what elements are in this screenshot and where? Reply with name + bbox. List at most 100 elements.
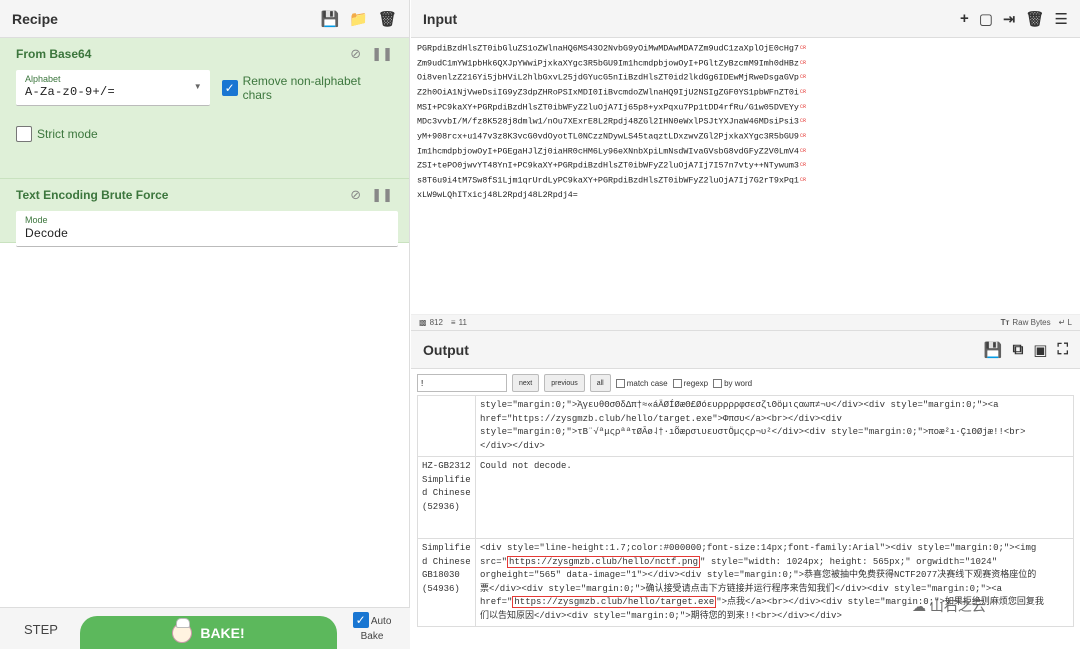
decoded-line: src=" https://zysgmzb.club/hello/nctf.png…	[480, 555, 1069, 570]
carriage-return-icon: CR	[799, 118, 806, 125]
bake-button[interactable]: BAKE!	[80, 616, 337, 649]
output-header: Output 💾 ⧉ ▣ ⛶	[411, 331, 1080, 369]
exe-url-highlight[interactable]: https://zysgmzb.club/hello/target.exe	[512, 596, 717, 608]
png-url-highlight[interactable]: https://zysgmzb.club/hello/nctf.png	[507, 555, 701, 568]
copy-icon[interactable]: ⧉	[1013, 341, 1024, 358]
regexp-checkbox[interactable]: regexp	[672, 378, 709, 388]
input-line-text: Oi8venlzZ216Yi5jbHViL2hlbGxvL25jdGYucG5n…	[417, 72, 799, 83]
mode-field[interactable]: Mode Decode	[16, 211, 398, 247]
mode-label: Mode	[25, 215, 48, 225]
checkbox-unchecked-icon	[615, 378, 625, 388]
input-line-text: MDc3vvbI/M/fz8K528j8dmlw1/nOu7XExrE8L2Rp…	[417, 116, 799, 127]
input-line: MDc3vvbI/M/fz8K528j8dmlw1/nOu7XExrE8L2Rp…	[417, 114, 1074, 129]
carriage-return-icon: CR	[799, 147, 806, 154]
table-row: style="margin:0;">Ὰ̨γευθΘσΘδΔπ†≈«áÄØÍØæ…	[417, 395, 1074, 457]
regexp-label: regexp	[683, 378, 709, 388]
layout-icon[interactable]: ☰	[1055, 10, 1068, 28]
by-word-checkbox[interactable]: by word	[713, 378, 753, 388]
mode-value: Decode	[25, 226, 69, 240]
next-button[interactable]: next	[512, 374, 540, 392]
save-icon[interactable]: 💾	[984, 341, 1003, 359]
recipe-title: Recipe	[12, 10, 58, 27]
input-line: Z2h0OiA1NjVweDsiIG9yZ3dpZHRoPSIxMDI0IiBv…	[417, 85, 1074, 100]
open-file-icon[interactable]: ⇥	[1003, 10, 1016, 28]
strict-mode-checkbox[interactable]: Strict mode	[16, 126, 98, 142]
by-word-label: by word	[724, 378, 753, 388]
maximize-icon[interactable]: ⛶	[1057, 341, 1068, 358]
input-line: Im1hcmdpbjowOyI+PGEgaHJlZj0iaHR0cHM6Ly96…	[417, 144, 1074, 159]
carriage-return-icon: CR	[799, 59, 806, 66]
checkbox-unchecked-icon	[16, 126, 32, 142]
input-line-text: s8T6u9i4tM7Sw8fS1Ljm1qrUrdLyPC9kaXY+PGRp…	[417, 175, 799, 186]
operation-text-encoding-brute-force: Text Encoding Brute Force ⊘ ❚❚ Mode Deco…	[0, 179, 409, 247]
decoded-line: </div></div>	[480, 440, 545, 451]
decoded-cell[interactable]: style="margin:0;">Ὰ̨γευθΘσΘδΔπ†≈«áÄØÍØæ…	[475, 395, 1074, 457]
input-line-text: Im1hcmdpbjowOyI+PGEgaHJlZj0iaHR0cHM6Ly96…	[417, 146, 799, 157]
input-line: Zm9udC1mYW1pbHk6QXJpYWwiPjxkaXYgc3R5bGU9…	[417, 56, 1074, 71]
text-format-icon: Tт	[1000, 318, 1010, 327]
encoding-cell: HZ-GB2312 Simplified Chinese (52936)	[417, 456, 476, 539]
recipe-header: Recipe 💾 📁 🗑	[0, 0, 409, 38]
input-line-text: yM+908rcx+u147v3z8K3vcG0vdOyotTL0NCzzNDy…	[417, 131, 799, 142]
format-label[interactable]: Raw Bytes	[1012, 318, 1050, 327]
all-button[interactable]: all	[589, 374, 611, 392]
input-line-text: Zm9udC1mYW1pbHk6QXJpYWwiPjxkaXYgc3R5bGU9…	[417, 58, 799, 69]
recipe-pane: Recipe 💾 📁 🗑 From Base64 ⊘ ❚❚ Alphabet A…	[0, 0, 410, 649]
watermark-logo: ☁ 山石之云	[912, 598, 986, 614]
input-line: yM+908rcx+u147v3z8K3vcG0vdOyotTL0NCzzNDy…	[417, 129, 1074, 144]
chevron-down-icon: ▼	[193, 82, 202, 91]
input-pane: Input + ▢ ⇥ 🗑 ☰ PGRpdiBzdHlsZT0ibGluZS1o…	[411, 0, 1080, 330]
decoded-fragment: src="	[480, 556, 508, 567]
carriage-return-icon: CR	[799, 177, 806, 184]
eol-icon[interactable]: ↵ L	[1059, 318, 1072, 327]
alphabet-label: Alphabet	[25, 74, 61, 84]
match-case-checkbox[interactable]: match case	[615, 378, 668, 388]
input-line: ZSI+tePO0jwvYT48YnI+PC9kaXY+PGRpdiBzdHls…	[417, 158, 1074, 173]
trash-icon[interactable]: 🗑	[378, 10, 397, 28]
decoded-fragment: " style="width: 1024px; height: 565px;" …	[700, 556, 998, 567]
output-table: style="margin:0;">Ὰ̨γευθΘσΘδΔπ†≈«áÄØÍØæ…	[417, 395, 1074, 627]
char-count-icon: ▩	[419, 318, 427, 327]
pause-icon[interactable]: ❚❚	[371, 187, 393, 203]
autobake-checkbox[interactable]: ✓ Auto Bake	[344, 612, 400, 642]
bake-bar: STEP BAKE! ✓ Auto Bake	[0, 607, 410, 649]
cyberchef-app: Recipe 💾 📁 🗑 From Base64 ⊘ ❚❚ Alphabet A…	[0, 0, 1080, 649]
search-input[interactable]	[417, 374, 507, 392]
folder-icon[interactable]: 📁	[349, 10, 368, 28]
output-title: Output	[423, 341, 469, 358]
decoded-line: orgheight="565" data-image="1"></div><di…	[480, 570, 1037, 580]
input-line: xLW9wLQhITxicj48L2Rpdj48L2Rpdj4=	[417, 188, 1074, 202]
decoded-line: 票</div><div style="margin:0;">确认接受请点击下方链…	[480, 583, 1003, 594]
decoded-line: style="margin:0;">τΒ¨√ªμςρªªτØĀø˨†·ıÕæρσ…	[480, 427, 1026, 437]
input-status-bar: ▩ 812 ≡ 11 Tт Raw Bytes ↵ L	[411, 314, 1080, 330]
step-button[interactable]: STEP	[24, 622, 58, 637]
input-line-text: ZSI+tePO0jwvYT48YnI+PC9kaXY+PGRpdiBzdHls…	[417, 160, 799, 171]
trash-icon[interactable]: 🗑	[1026, 10, 1045, 28]
line-count-icon: ≡	[450, 318, 456, 327]
replace-input-icon[interactable]: ▣	[1033, 341, 1047, 359]
carriage-return-icon: CR	[799, 162, 806, 169]
save-icon[interactable]: 💾	[321, 10, 340, 28]
decoded-cell[interactable]: Could not decode.	[475, 456, 1074, 539]
char-count: 812	[429, 318, 443, 327]
pause-icon[interactable]: ❚❚	[371, 46, 393, 62]
input-header: Input + ▢ ⇥ 🗑 ☰	[411, 0, 1080, 38]
disable-icon[interactable]: ⊘	[350, 46, 361, 62]
input-line-text: Z2h0OiA1NjVweDsiIG9yZ3dpZHRoPSIxMDI0IiBv…	[417, 87, 799, 98]
watermark-text: 山石之云	[929, 598, 986, 614]
alphabet-select[interactable]: Alphabet A-Za-z0-9+/= ▼	[16, 70, 210, 106]
input-textarea[interactable]: PGRpdiBzdHlsZT0ibGluZS1oZWlnaHQ6MS43O2Nv…	[411, 38, 1080, 205]
input-line: s8T6u9i4tM7Sw8fS1Ljm1qrUrdLyPC9kaXY+PGRp…	[417, 173, 1074, 188]
add-icon[interactable]: +	[960, 10, 969, 27]
disable-icon[interactable]: ⊘	[350, 187, 361, 203]
folder-icon[interactable]: ▢	[979, 10, 993, 28]
operation-title: Text Encoding Brute Force	[16, 188, 169, 202]
decoded-line: Could not decode.	[480, 461, 572, 471]
input-line-text: MSI+PC9kaXY+PGRpdiBzdHlsZT0ibWFyZ2luOjA7…	[417, 102, 799, 113]
input-line-text: PGRpdiBzdHlsZT0ibGluZS1oZWlnaHQ6MS43O2Nv…	[417, 43, 799, 54]
table-row: HZ-GB2312 Simplified Chinese (52936) Cou…	[417, 456, 1074, 539]
previous-button[interactable]: previous	[544, 374, 585, 392]
remove-nonalpha-checkbox[interactable]: ✓ Remove non-alphabet chars	[221, 74, 393, 102]
remove-nonalpha-label: Remove non-alphabet chars	[242, 74, 361, 102]
decoded-fragment: ">点我</a><br></div><div style="margin:0;"…	[716, 597, 1044, 607]
